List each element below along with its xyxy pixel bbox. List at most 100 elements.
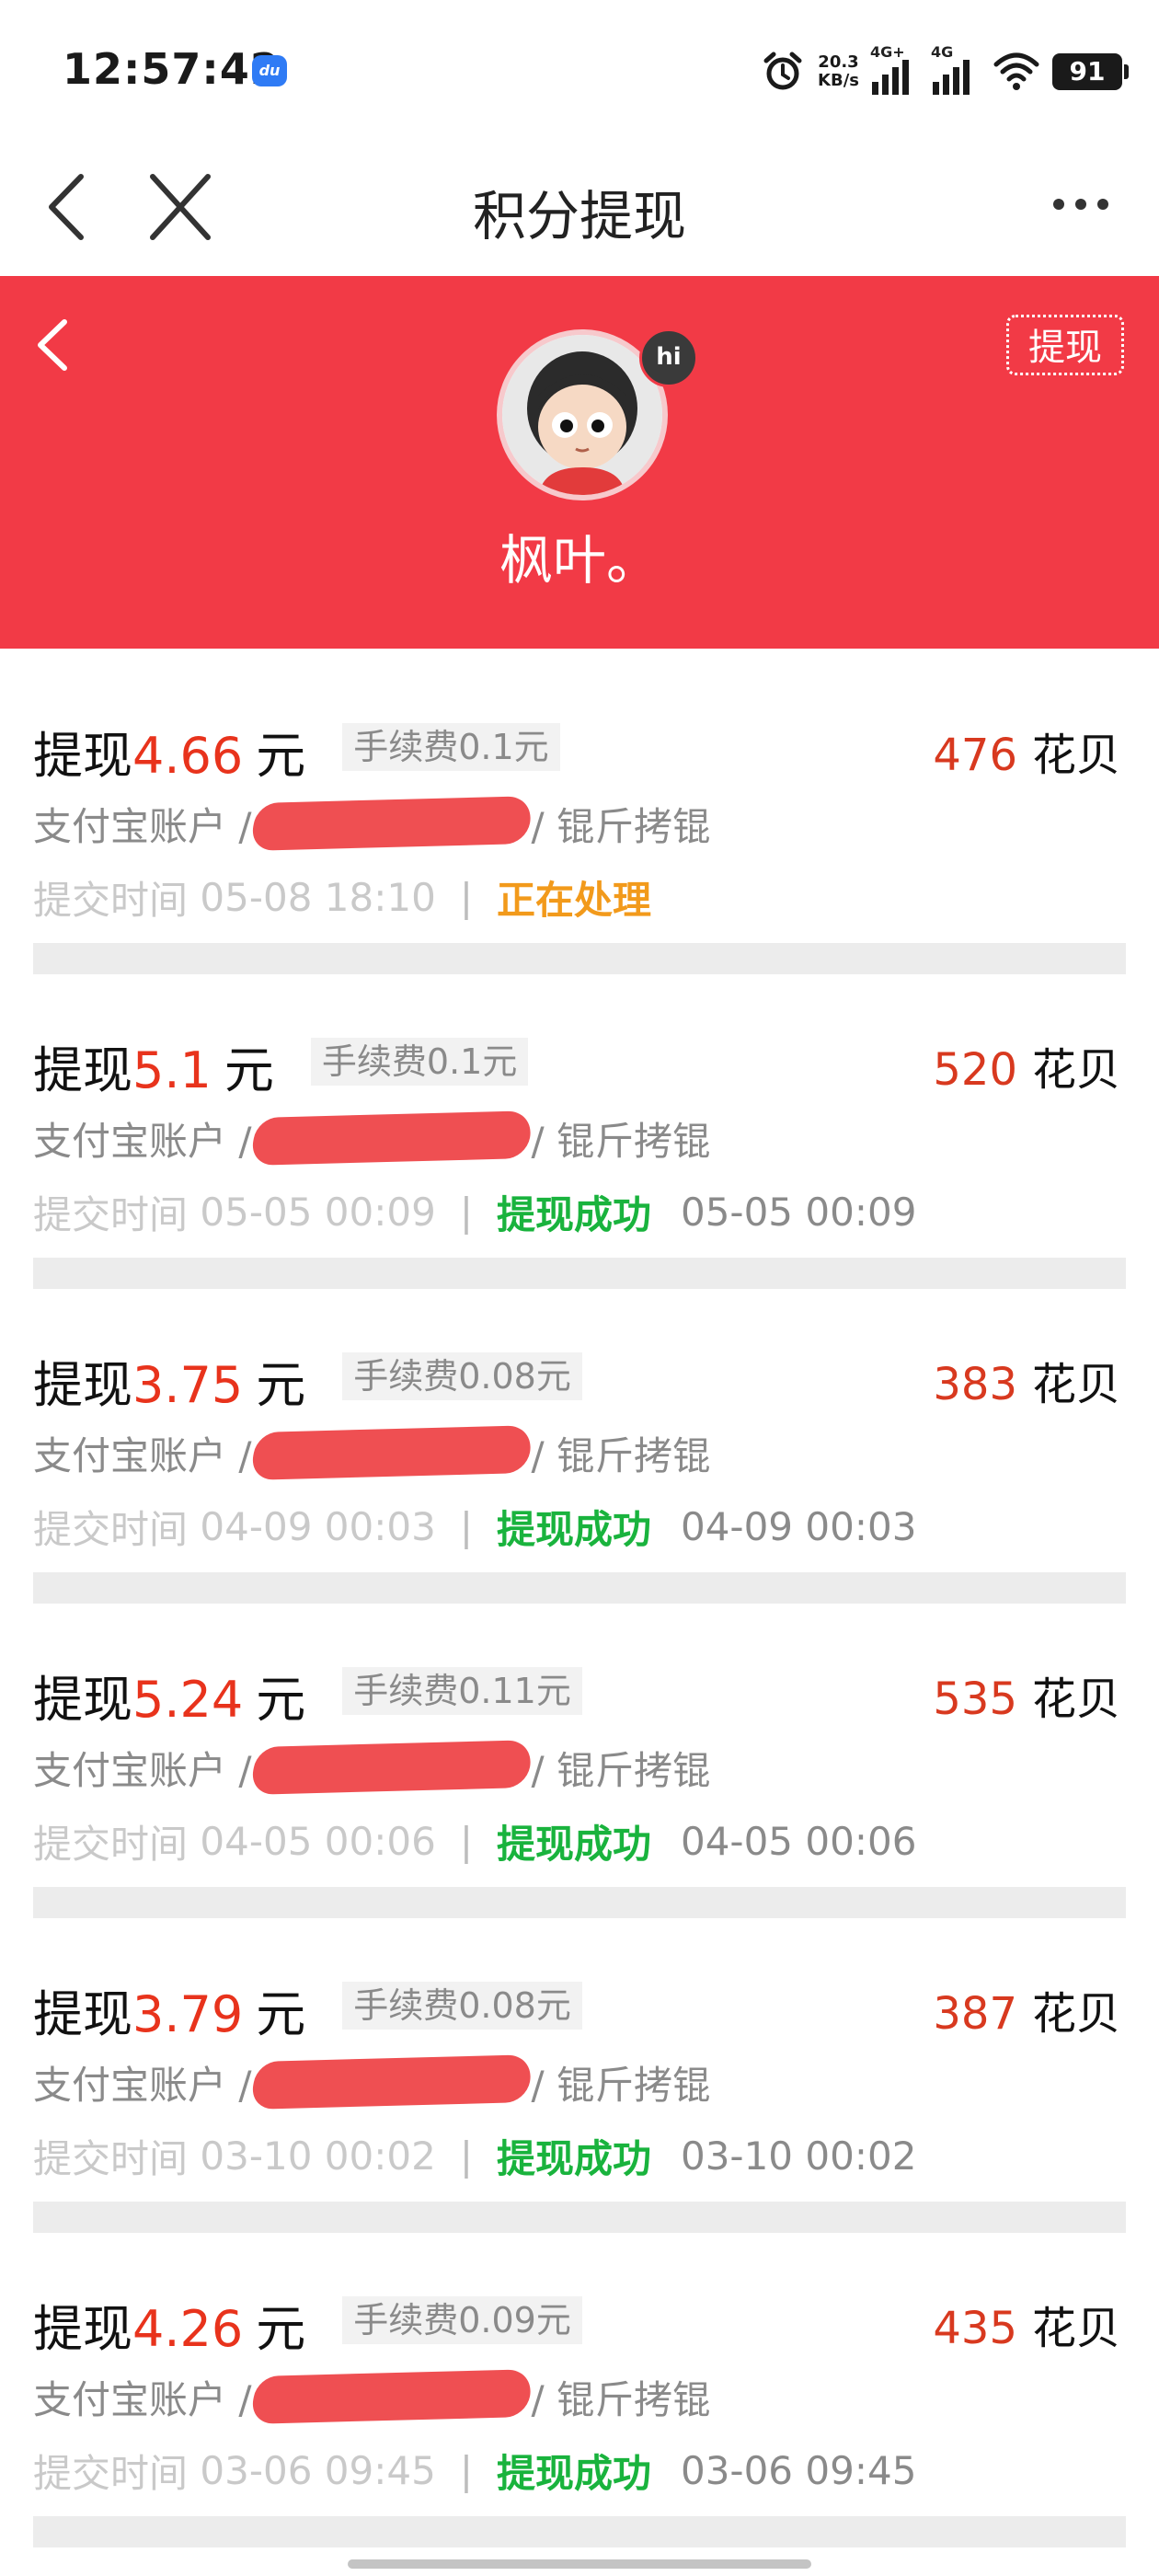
status-line: 提交时间 05-05 00:09 | 提现成功 05-05 00:09 bbox=[33, 1184, 916, 1239]
completed-time: 04-09 00:03 bbox=[680, 1503, 917, 1549]
record-title: 提现 4.26 元 手续费0.09元 bbox=[33, 2288, 582, 2358]
account-prefix: 支付宝账户 / bbox=[33, 2062, 252, 2108]
redacted-account bbox=[247, 796, 535, 851]
withdraw-record[interactable]: 提现 4.66 元 手续费0.1元 476 花贝 支付宝账户 / / 锟斤拷锟 提… bbox=[0, 649, 1159, 974]
account-suffix: / 锟斤拷锟 bbox=[531, 1432, 712, 1478]
withdraw-record[interactable]: 提现 5.24 元 手续费0.11元 535 花贝 支付宝账户 / / 锟斤拷锟 … bbox=[0, 1593, 1159, 1918]
fee-badge: 手续费0.1元 bbox=[310, 1038, 529, 1086]
status-time: 12:57:42 bbox=[63, 44, 281, 94]
submit-label: 提交时间 bbox=[33, 2135, 189, 2181]
status-badge: 提现成功 bbox=[496, 2450, 651, 2496]
account-prefix: 支付宝账户 / bbox=[33, 2376, 252, 2422]
account-line: 支付宝账户 / / 锟斤拷锟 bbox=[33, 1425, 711, 1480]
points-value: 383 bbox=[933, 1359, 1017, 1410]
withdraw-record[interactable]: 提现 3.75 元 手续费0.08元 383 花贝 支付宝账户 / / 锟斤拷锟 … bbox=[0, 1278, 1159, 1604]
points-unit: 花贝 bbox=[1031, 1673, 1120, 1725]
points-cost: 520 花贝 bbox=[933, 1033, 1120, 1098]
withdraw-record[interactable]: 提现 3.79 元 手续费0.08元 387 花贝 支付宝账户 / / 锟斤拷锟 … bbox=[0, 1907, 1159, 2233]
separator: | bbox=[459, 1189, 473, 1235]
points-value: 435 bbox=[933, 2303, 1017, 2354]
battery-indicator: 91 bbox=[1052, 53, 1129, 90]
completed-time: 04-05 00:06 bbox=[680, 1818, 917, 1864]
points-unit: 花贝 bbox=[1031, 1044, 1120, 1096]
submit-time: 03-06 09:45 bbox=[200, 2447, 436, 2493]
currency-unit: 元 bbox=[256, 2300, 306, 2358]
fee-badge: 手续费0.08元 bbox=[342, 1352, 582, 1400]
chevron-left-icon[interactable] bbox=[22, 313, 86, 377]
withdraw-button[interactable]: 提现 bbox=[1006, 315, 1124, 375]
withdraw-amount: 3.79 bbox=[132, 1985, 244, 2043]
wifi-icon bbox=[993, 52, 1039, 90]
submit-label: 提交时间 bbox=[33, 1506, 189, 1552]
account-suffix: / 锟斤拷锟 bbox=[531, 803, 712, 849]
redacted-account bbox=[247, 1425, 535, 1480]
withdraw-amount: 5.1 bbox=[132, 1041, 212, 1099]
status-badge: 提现成功 bbox=[496, 2135, 651, 2181]
redacted-account bbox=[247, 2369, 535, 2424]
status-line: 提交时间 05-08 18:10 | 正在处理 bbox=[33, 869, 651, 925]
record-title: 提现 3.79 元 手续费0.08元 bbox=[33, 1973, 582, 2043]
currency-unit: 元 bbox=[256, 1671, 306, 1729]
separator: | bbox=[459, 2447, 473, 2493]
net-speed-value: 20.3 bbox=[818, 52, 859, 72]
account-suffix: / 锟斤拷锟 bbox=[531, 1747, 712, 1793]
redacted-account bbox=[247, 1110, 535, 1166]
submit-time: 05-08 18:10 bbox=[200, 874, 436, 920]
withdraw-label: 提现 bbox=[33, 2300, 132, 2358]
withdraw-amount: 4.26 bbox=[132, 2300, 244, 2358]
account-suffix: / 锟斤拷锟 bbox=[531, 2062, 712, 2108]
submit-time: 03-10 00:02 bbox=[200, 2133, 436, 2179]
separator: | bbox=[459, 1503, 473, 1549]
record-title: 提现 5.24 元 手续费0.11元 bbox=[33, 1659, 582, 1729]
currency-unit: 元 bbox=[256, 727, 306, 785]
points-value: 520 bbox=[933, 1044, 1017, 1096]
account-line: 支付宝账户 / / 锟斤拷锟 bbox=[33, 2369, 711, 2424]
points-unit: 花贝 bbox=[1031, 1359, 1120, 1410]
separator: | bbox=[459, 1818, 473, 1864]
more-dots-icon[interactable] bbox=[1039, 177, 1122, 232]
separator: | bbox=[459, 874, 473, 920]
points-cost: 476 花贝 bbox=[933, 719, 1120, 783]
points-value: 535 bbox=[933, 1673, 1017, 1725]
status-badge: 正在处理 bbox=[496, 877, 651, 923]
hi-badge: hi bbox=[639, 328, 698, 387]
account-prefix: 支付宝账户 / bbox=[33, 1118, 252, 1164]
status-line: 提交时间 03-06 09:45 | 提现成功 03-06 09:45 bbox=[33, 2443, 916, 2498]
home-indicator[interactable] bbox=[348, 2559, 811, 2569]
currency-unit: 元 bbox=[256, 1356, 306, 1414]
completed-time: 03-10 00:02 bbox=[680, 2133, 917, 2179]
redacted-account bbox=[247, 2054, 535, 2110]
points-value: 387 bbox=[933, 1988, 1017, 2040]
points-cost: 383 花贝 bbox=[933, 1348, 1120, 1412]
record-title: 提现 5.1 元 手续费0.1元 bbox=[33, 1029, 529, 1099]
redacted-account bbox=[247, 1740, 535, 1795]
account-line: 支付宝账户 / / 锟斤拷锟 bbox=[33, 1110, 711, 1166]
points-unit: 花贝 bbox=[1031, 730, 1120, 781]
account-line: 支付宝账户 / / 锟斤拷锟 bbox=[33, 1740, 711, 1795]
account-suffix: / 锟斤拷锟 bbox=[531, 2376, 712, 2422]
withdraw-record[interactable]: 提现 4.26 元 手续费0.09元 435 花贝 支付宝账户 / / 锟斤拷锟 … bbox=[0, 2222, 1159, 2547]
status-line: 提交时间 03-10 00:02 | 提现成功 03-10 00:02 bbox=[33, 2128, 916, 2183]
submit-time: 05-05 00:09 bbox=[200, 1189, 436, 1235]
submit-label: 提交时间 bbox=[33, 1821, 189, 1867]
points-value: 476 bbox=[933, 730, 1017, 781]
withdraw-amount: 4.66 bbox=[132, 727, 244, 785]
points-cost: 435 花贝 bbox=[933, 2292, 1120, 2356]
account-line: 支付宝账户 / / 锟斤拷锟 bbox=[33, 2054, 711, 2110]
nav-bar: 积分提现 bbox=[0, 138, 1159, 276]
fee-badge: 手续费0.09元 bbox=[342, 2296, 582, 2344]
submit-label: 提交时间 bbox=[33, 2450, 189, 2496]
withdraw-label: 提现 bbox=[33, 1671, 132, 1729]
points-cost: 387 花贝 bbox=[933, 1977, 1120, 2041]
status-badge: 提现成功 bbox=[496, 1191, 651, 1237]
withdraw-label: 提现 bbox=[33, 727, 132, 785]
status-line: 提交时间 04-09 00:03 | 提现成功 04-09 00:03 bbox=[33, 1499, 916, 1554]
submit-time: 04-05 00:06 bbox=[200, 1818, 436, 1864]
net-speed-unit: KB/s bbox=[818, 71, 859, 90]
withdraw-record[interactable]: 提现 5.1 元 手续费0.1元 520 花贝 支付宝账户 / / 锟斤拷锟 提交… bbox=[0, 963, 1159, 1289]
points-unit: 花贝 bbox=[1031, 2303, 1120, 2354]
sim1-label: 4G+ bbox=[870, 43, 905, 61]
alarm-clock-icon bbox=[763, 52, 802, 90]
withdraw-label: 提现 bbox=[33, 1356, 132, 1414]
points-unit: 花贝 bbox=[1031, 1988, 1120, 2040]
